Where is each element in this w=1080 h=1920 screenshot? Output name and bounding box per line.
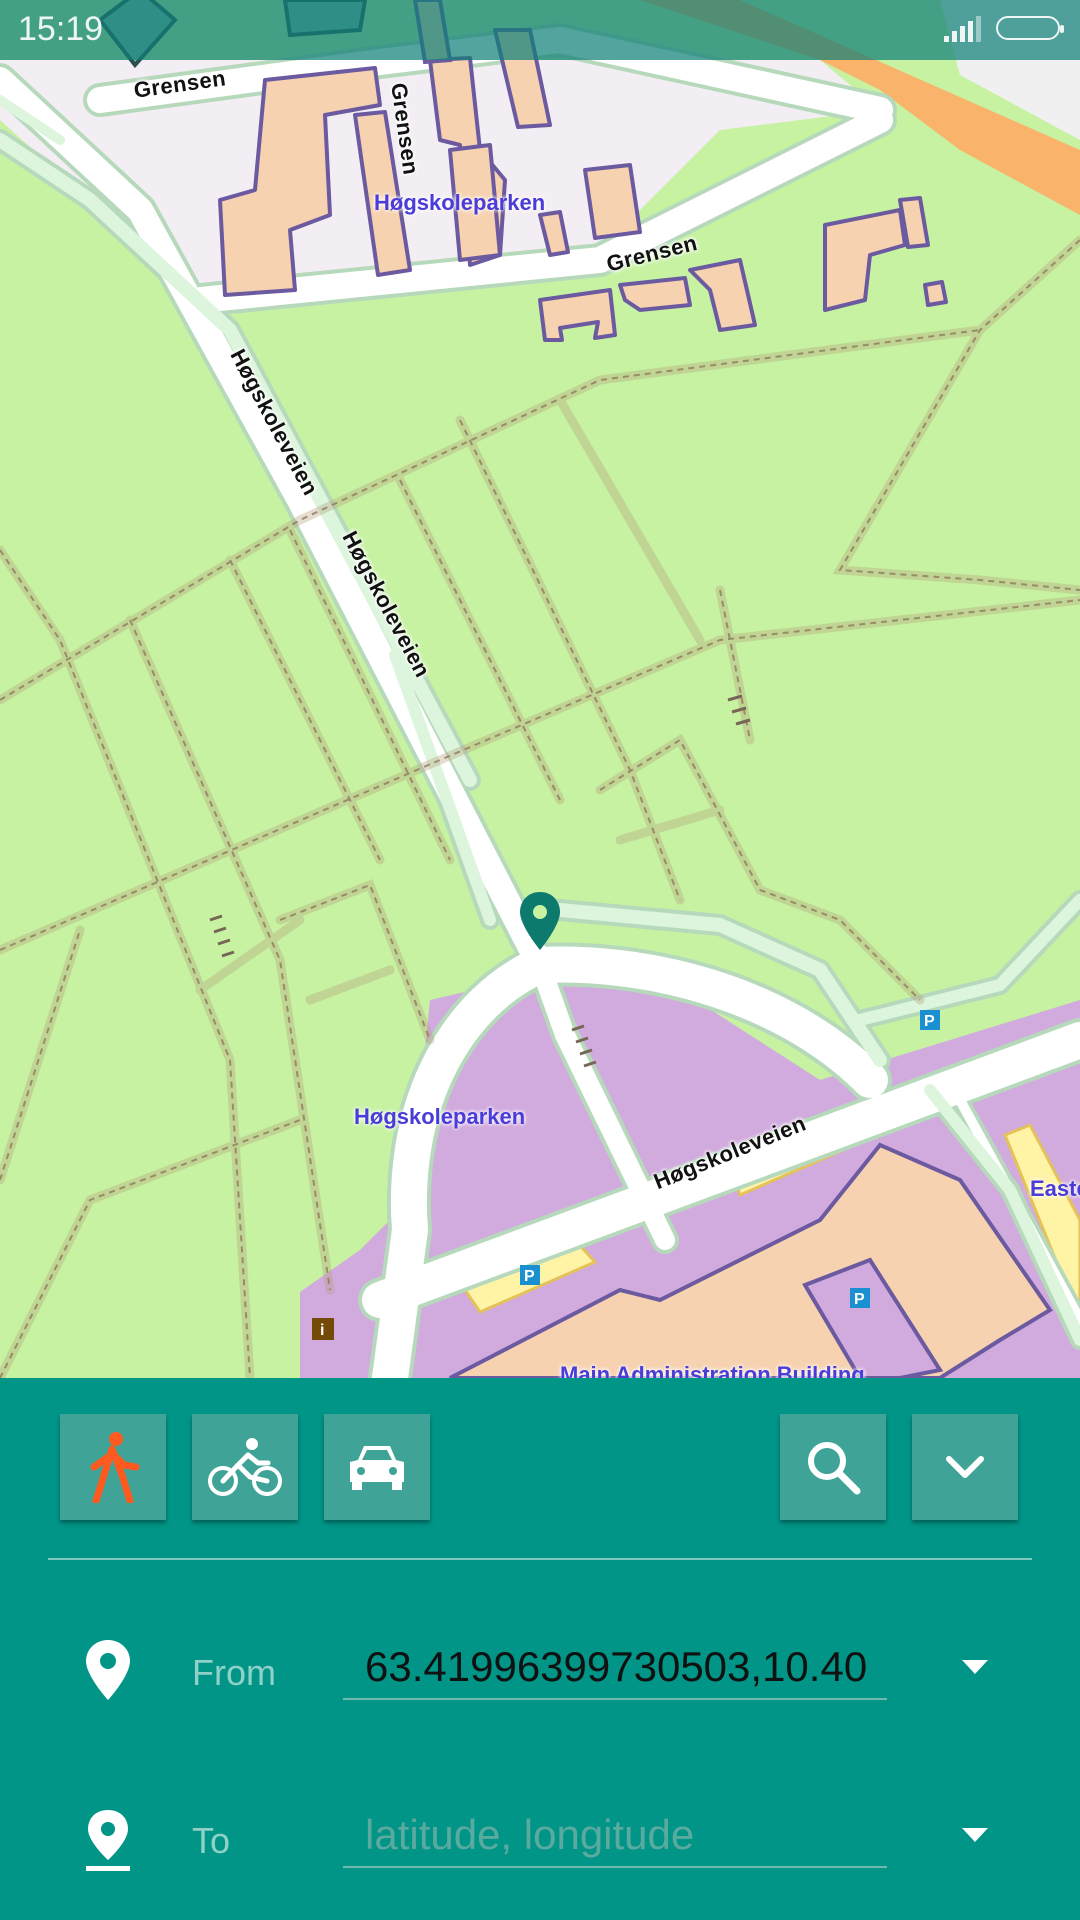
search-icon xyxy=(808,1442,861,1495)
status-bar: 15:19 xyxy=(0,0,1080,60)
parking-sign: P xyxy=(524,1268,535,1285)
search-button[interactable] xyxy=(780,1414,886,1520)
from-location-pin-icon xyxy=(86,1640,130,1700)
to-dropdown-arrow-icon[interactable] xyxy=(962,1828,988,1844)
collapse-button[interactable] xyxy=(912,1414,1018,1520)
parking-sign: P xyxy=(854,1291,865,1308)
battery-icon xyxy=(996,16,1064,40)
chevron-down-icon xyxy=(946,1456,984,1478)
bike-mode-button[interactable] xyxy=(192,1414,298,1520)
bike-icon xyxy=(208,1438,282,1496)
from-input[interactable] xyxy=(343,1636,887,1700)
walk-mode-button[interactable] xyxy=(60,1414,166,1520)
from-label: From xyxy=(192,1652,276,1693)
car-mode-button[interactable] xyxy=(324,1414,430,1520)
car-icon xyxy=(350,1446,404,1490)
info-sign: i xyxy=(320,1322,324,1339)
to-label: To xyxy=(192,1820,231,1861)
parking-sign: P xyxy=(924,1013,935,1030)
location-marker-icon[interactable] xyxy=(518,890,562,952)
to-input[interactable] xyxy=(343,1804,887,1868)
map-view[interactable]: P P P i Grensen Grensen Grensen Høgskole… xyxy=(0,0,1080,1378)
place-label: Main Administration Building xyxy=(560,1362,865,1378)
to-location-pin-icon xyxy=(86,1810,130,1871)
place-label: Høgskoleparken xyxy=(374,190,546,215)
walk-icon xyxy=(90,1432,140,1503)
divider xyxy=(48,1558,1032,1560)
signal-icon xyxy=(944,16,981,42)
from-dropdown-arrow-icon[interactable] xyxy=(962,1660,988,1676)
place-label: Høgskoleparken xyxy=(354,1104,526,1129)
place-label: Easte xyxy=(1030,1176,1080,1201)
routing-panel: From To xyxy=(0,1378,1080,1920)
status-time: 15:19 xyxy=(18,10,104,48)
